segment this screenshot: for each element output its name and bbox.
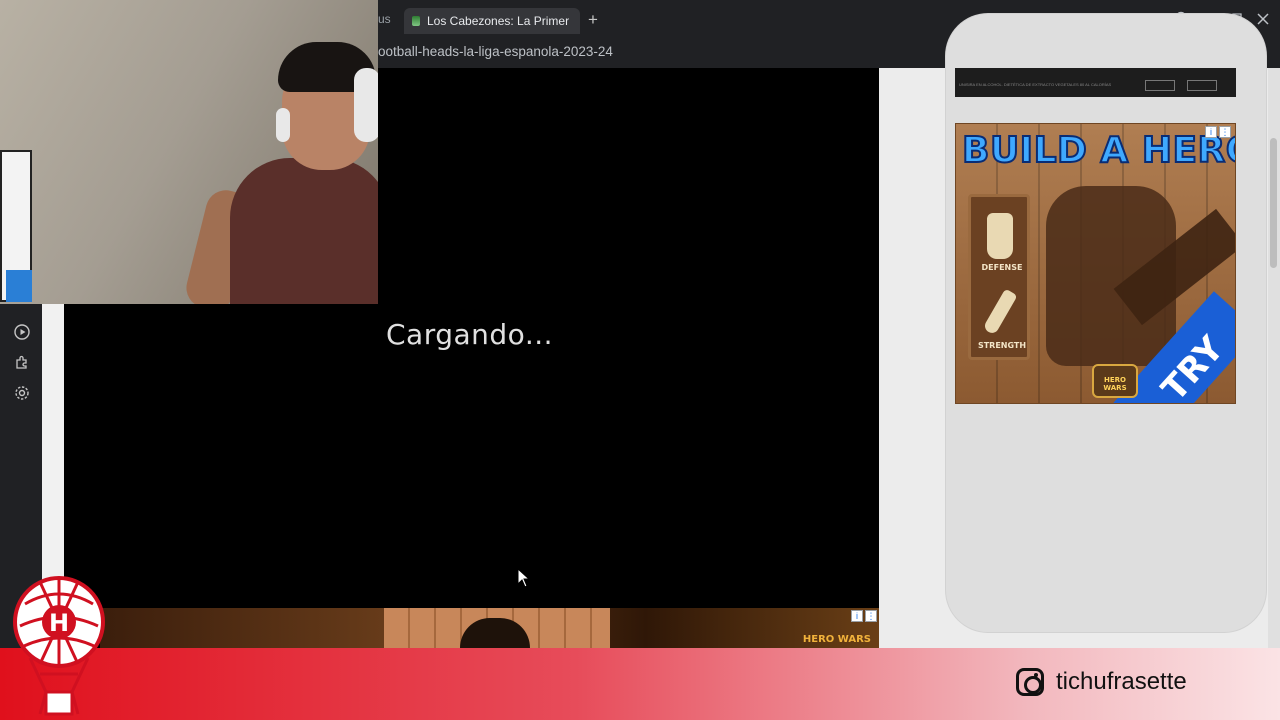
webcam-person-shirt bbox=[230, 158, 378, 304]
tab-los-cabezones[interactable]: Los Cabezones: La Primer bbox=[404, 8, 580, 34]
club-balloon-logo: H bbox=[13, 576, 105, 716]
ad-stat-panel: DEFENSE STRENGTH bbox=[968, 194, 1030, 360]
instagram-icon bbox=[1016, 668, 1044, 696]
tab-favicon-icon bbox=[412, 16, 420, 26]
ad-close-icon[interactable]: ⋮ bbox=[865, 610, 877, 622]
ad-info-icon[interactable]: i bbox=[851, 610, 863, 622]
headset-icon bbox=[354, 68, 378, 142]
shield-icon bbox=[987, 213, 1013, 259]
ad-brand-logo: HERO WARS bbox=[1092, 364, 1138, 398]
ad-top-strip[interactable]: UNISIRA EN ALCOHOL. DIETÉTICA DE EXTRACT… bbox=[955, 68, 1236, 97]
ad-fine-print: UNISIRA EN ALCOHOL. DIETÉTICA DE EXTRACT… bbox=[959, 82, 1112, 87]
club-letter: H bbox=[49, 609, 69, 637]
headset-left-cup bbox=[276, 108, 290, 142]
ad-bottom-banner[interactable]: HERO WARS i ⋮ bbox=[100, 608, 879, 648]
tab-title: Los Cabezones: La Primer bbox=[427, 14, 570, 28]
puzzle-icon[interactable] bbox=[12, 352, 32, 372]
page-scrollbar[interactable] bbox=[1268, 68, 1280, 648]
mouse-cursor-icon bbox=[517, 568, 531, 588]
url-text[interactable]: ootball-heads-la-liga-espanola-2023-24 bbox=[378, 44, 613, 59]
ad-hero-title: BUILD A HERO! bbox=[961, 129, 1235, 172]
ad-badge-box bbox=[1187, 80, 1217, 91]
ad-bottom-brand: HERO WARS bbox=[802, 634, 871, 645]
ad-stat-strength: STRENGTH bbox=[977, 341, 1027, 350]
ad-build-a-hero[interactable]: BUILD A HERO! DEFENSE STRENGTH TRY HERO … bbox=[955, 123, 1236, 404]
ad-info-icon[interactable]: i bbox=[1205, 126, 1217, 138]
play-circle-icon[interactable] bbox=[12, 322, 32, 342]
previous-tab[interactable]: us bbox=[378, 12, 391, 26]
settings-icon[interactable] bbox=[12, 383, 32, 403]
ad-choices[interactable]: i ⋮ bbox=[851, 610, 877, 622]
instagram-username: tichufrasette bbox=[1056, 668, 1187, 695]
ad-stat-defense: DEFENSE bbox=[981, 263, 1023, 272]
ad-choices[interactable]: i ⋮ bbox=[1205, 126, 1231, 138]
webcam-monitor-screen bbox=[6, 270, 32, 302]
ad-close-icon[interactable]: ⋮ bbox=[1219, 126, 1231, 138]
ad-badge-box bbox=[1145, 80, 1175, 91]
new-tab-button[interactable]: + bbox=[584, 10, 602, 30]
sword-icon bbox=[982, 288, 1018, 336]
close-icon[interactable] bbox=[1254, 11, 1272, 29]
scrollbar-thumb[interactable] bbox=[1270, 138, 1277, 268]
webcam-feed bbox=[0, 0, 378, 304]
loading-text: Cargando... bbox=[386, 318, 554, 351]
instagram-handle: tichufrasette bbox=[1016, 668, 1187, 696]
